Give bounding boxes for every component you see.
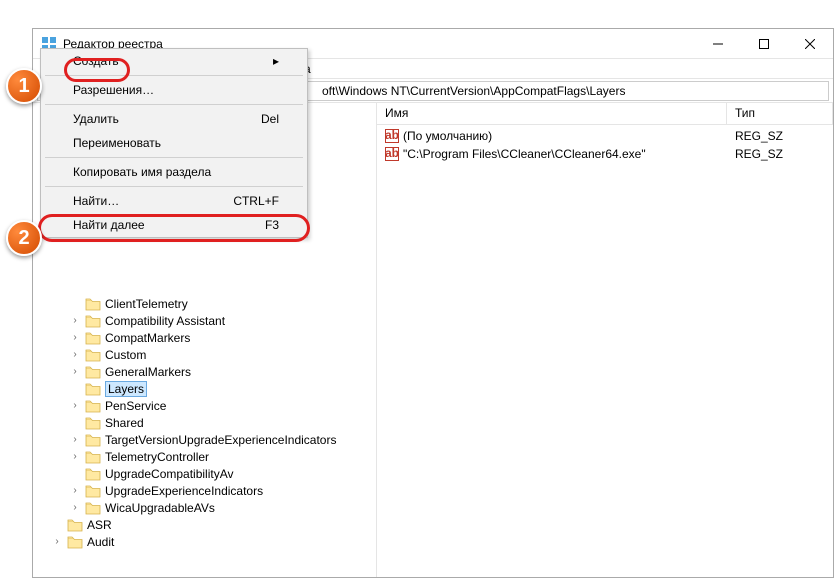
- minimize-button[interactable]: [695, 29, 741, 59]
- expand-icon[interactable]: ›: [69, 366, 81, 378]
- col-type[interactable]: Тип: [727, 103, 833, 124]
- list-row[interactable]: ab(По умолчанию)REG_SZ: [377, 127, 833, 145]
- menu-create[interactable]: Создать▸: [41, 49, 307, 73]
- tree-label: TelemetryController: [105, 450, 209, 464]
- menu-find[interactable]: Найти…CTRL+F: [41, 189, 307, 213]
- tree-node[interactable]: › UpgradeExperienceIndicators: [33, 482, 376, 499]
- cell-name: ab"C:\Program Files\CCleaner\CCleaner64.…: [377, 147, 727, 161]
- cell-type: REG_SZ: [727, 147, 833, 161]
- tree-label: Audit: [87, 535, 114, 549]
- tree-node[interactable]: › WicaUpgradableAVs: [33, 499, 376, 516]
- separator: [45, 157, 303, 158]
- edit-dropdown: Создать▸ Разрешения… УдалитьDel Переимен…: [40, 48, 308, 238]
- tree-label: WicaUpgradableAVs: [105, 501, 215, 515]
- tree-label: ASR: [87, 518, 112, 532]
- separator: [45, 186, 303, 187]
- tree-label: GeneralMarkers: [105, 365, 191, 379]
- expand-icon[interactable]: ›: [69, 485, 81, 497]
- expand-icon[interactable]: [69, 383, 81, 395]
- expand-icon[interactable]: ›: [69, 434, 81, 446]
- tree-label: PenService: [105, 399, 166, 413]
- tree-node[interactable]: UpgradeCompatibilityAv: [33, 465, 376, 482]
- expand-icon[interactable]: ›: [69, 349, 81, 361]
- tree-node[interactable]: › PenService: [33, 397, 376, 414]
- tree-label: ClientTelemetry: [105, 297, 188, 311]
- maximize-button[interactable]: [741, 29, 787, 59]
- badge-1: 1: [6, 68, 42, 104]
- svg-text:ab: ab: [385, 129, 399, 142]
- expand-icon[interactable]: [51, 519, 63, 531]
- separator: [45, 104, 303, 105]
- tree-node[interactable]: › Compatibility Assistant: [33, 312, 376, 329]
- tree-node[interactable]: › TelemetryController: [33, 448, 376, 465]
- badge-2: 2: [6, 220, 42, 256]
- tree-label: UpgradeExperienceIndicators: [105, 484, 263, 498]
- menu-permissions[interactable]: Разрешения…: [41, 78, 307, 102]
- tree-node[interactable]: ClientTelemetry: [33, 295, 376, 312]
- menu-rename[interactable]: Переименовать: [41, 131, 307, 155]
- tree-node[interactable]: › Custom: [33, 346, 376, 363]
- expand-icon[interactable]: ›: [69, 315, 81, 327]
- tree-node[interactable]: › GeneralMarkers: [33, 363, 376, 380]
- menu-copykey[interactable]: Копировать имя раздела: [41, 160, 307, 184]
- tree-node[interactable]: Layers: [33, 380, 376, 397]
- tree-node[interactable]: › TargetVersionUpgradeExperienceIndicator…: [33, 431, 376, 448]
- tree-node[interactable]: › Audit: [33, 533, 376, 550]
- tree-label: Custom: [105, 348, 146, 362]
- close-button[interactable]: [787, 29, 833, 59]
- expand-icon[interactable]: [69, 468, 81, 480]
- cell-type: REG_SZ: [727, 129, 833, 143]
- tree-label: Layers: [105, 381, 147, 397]
- tree-node[interactable]: Shared: [33, 414, 376, 431]
- tree-node[interactable]: › CompatMarkers: [33, 329, 376, 346]
- col-name[interactable]: Имя: [377, 103, 727, 124]
- menu-findnext[interactable]: Найти далееF3: [41, 213, 307, 237]
- chevron-right-icon: ▸: [273, 54, 279, 68]
- tree-node[interactable]: ASR: [33, 516, 376, 533]
- list-panel: Имя Тип ab(По умолчанию)REG_SZab"C:\Prog…: [377, 103, 833, 577]
- svg-text:ab: ab: [385, 147, 399, 160]
- expand-icon[interactable]: ›: [69, 400, 81, 412]
- list-row[interactable]: ab"C:\Program Files\CCleaner\CCleaner64.…: [377, 145, 833, 163]
- tree-label: CompatMarkers: [105, 331, 190, 345]
- cell-name: ab(По умолчанию): [377, 129, 727, 143]
- tree-label: UpgradeCompatibilityAv: [105, 467, 234, 481]
- expand-icon[interactable]: ›: [51, 536, 63, 548]
- separator: [45, 75, 303, 76]
- expand-icon[interactable]: [69, 298, 81, 310]
- tree-label: Shared: [105, 416, 144, 430]
- tree-label: Compatibility Assistant: [105, 314, 225, 328]
- expand-icon[interactable]: ›: [69, 451, 81, 463]
- tree-label: TargetVersionUpgradeExperienceIndicators: [105, 433, 336, 447]
- expand-icon[interactable]: ›: [69, 332, 81, 344]
- menu-delete[interactable]: УдалитьDel: [41, 107, 307, 131]
- expand-icon[interactable]: [69, 417, 81, 429]
- column-headers: Имя Тип: [377, 103, 833, 125]
- expand-icon[interactable]: ›: [69, 502, 81, 514]
